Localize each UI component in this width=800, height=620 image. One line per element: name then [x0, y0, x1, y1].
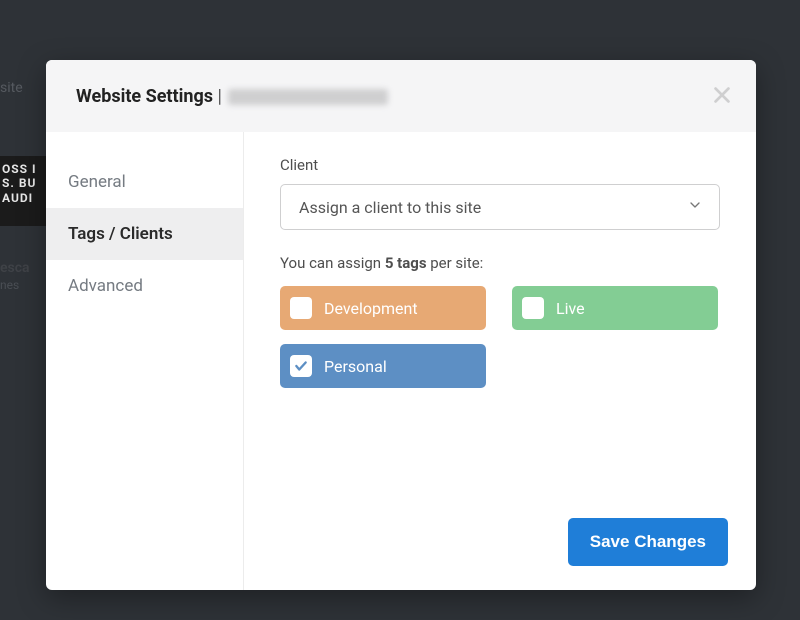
tag-label: Development — [324, 299, 418, 318]
tag-label: Personal — [324, 357, 387, 376]
modal-title: Website Settings | — [76, 86, 388, 107]
backdrop-card: OSS I S. BU AUDI — [0, 156, 48, 226]
close-icon — [711, 94, 733, 109]
tags-list: Development Live Personal — [280, 286, 720, 388]
close-button[interactable] — [708, 82, 736, 110]
client-select-placeholder: Assign a client to this site — [299, 198, 481, 217]
backdrop-text: nes — [0, 278, 19, 292]
backdrop-text: esca — [0, 260, 30, 276]
tag-development[interactable]: Development — [280, 286, 486, 330]
backdrop-text: site — [0, 80, 23, 96]
tags-note-post: per site: — [427, 254, 484, 272]
sidebar: General Tags / Clients Advanced — [46, 132, 244, 590]
tag-personal[interactable]: Personal — [280, 344, 486, 388]
content-panel: Client Assign a client to this site You … — [244, 132, 756, 590]
client-select[interactable]: Assign a client to this site — [280, 184, 720, 230]
settings-modal: Website Settings | General Tags / Client… — [46, 60, 756, 590]
modal-title-sitename — [228, 89, 388, 105]
sidebar-item-advanced[interactable]: Advanced — [46, 260, 243, 312]
modal-title-prefix: Website Settings — [76, 86, 213, 107]
modal-body: General Tags / Clients Advanced Client A… — [46, 132, 756, 590]
tag-label: Live — [556, 299, 585, 318]
client-label: Client — [280, 156, 720, 174]
tags-note: You can assign 5 tags per site: — [280, 254, 720, 272]
sidebar-item-general[interactable]: General — [46, 156, 243, 208]
modal-footer: Save Changes — [568, 518, 728, 566]
save-button[interactable]: Save Changes — [568, 518, 728, 566]
modal-header: Website Settings | — [46, 60, 756, 132]
checkbox-icon — [290, 355, 312, 377]
checkbox-icon — [290, 297, 312, 319]
sidebar-item-tags-clients[interactable]: Tags / Clients — [46, 208, 243, 260]
checkbox-icon — [522, 297, 544, 319]
modal-title-separator: | — [213, 86, 226, 107]
tags-note-pre: You can assign — [280, 254, 385, 272]
tags-note-bold: 5 tags — [385, 254, 427, 272]
tag-live[interactable]: Live — [512, 286, 718, 330]
chevron-down-icon — [687, 197, 703, 217]
